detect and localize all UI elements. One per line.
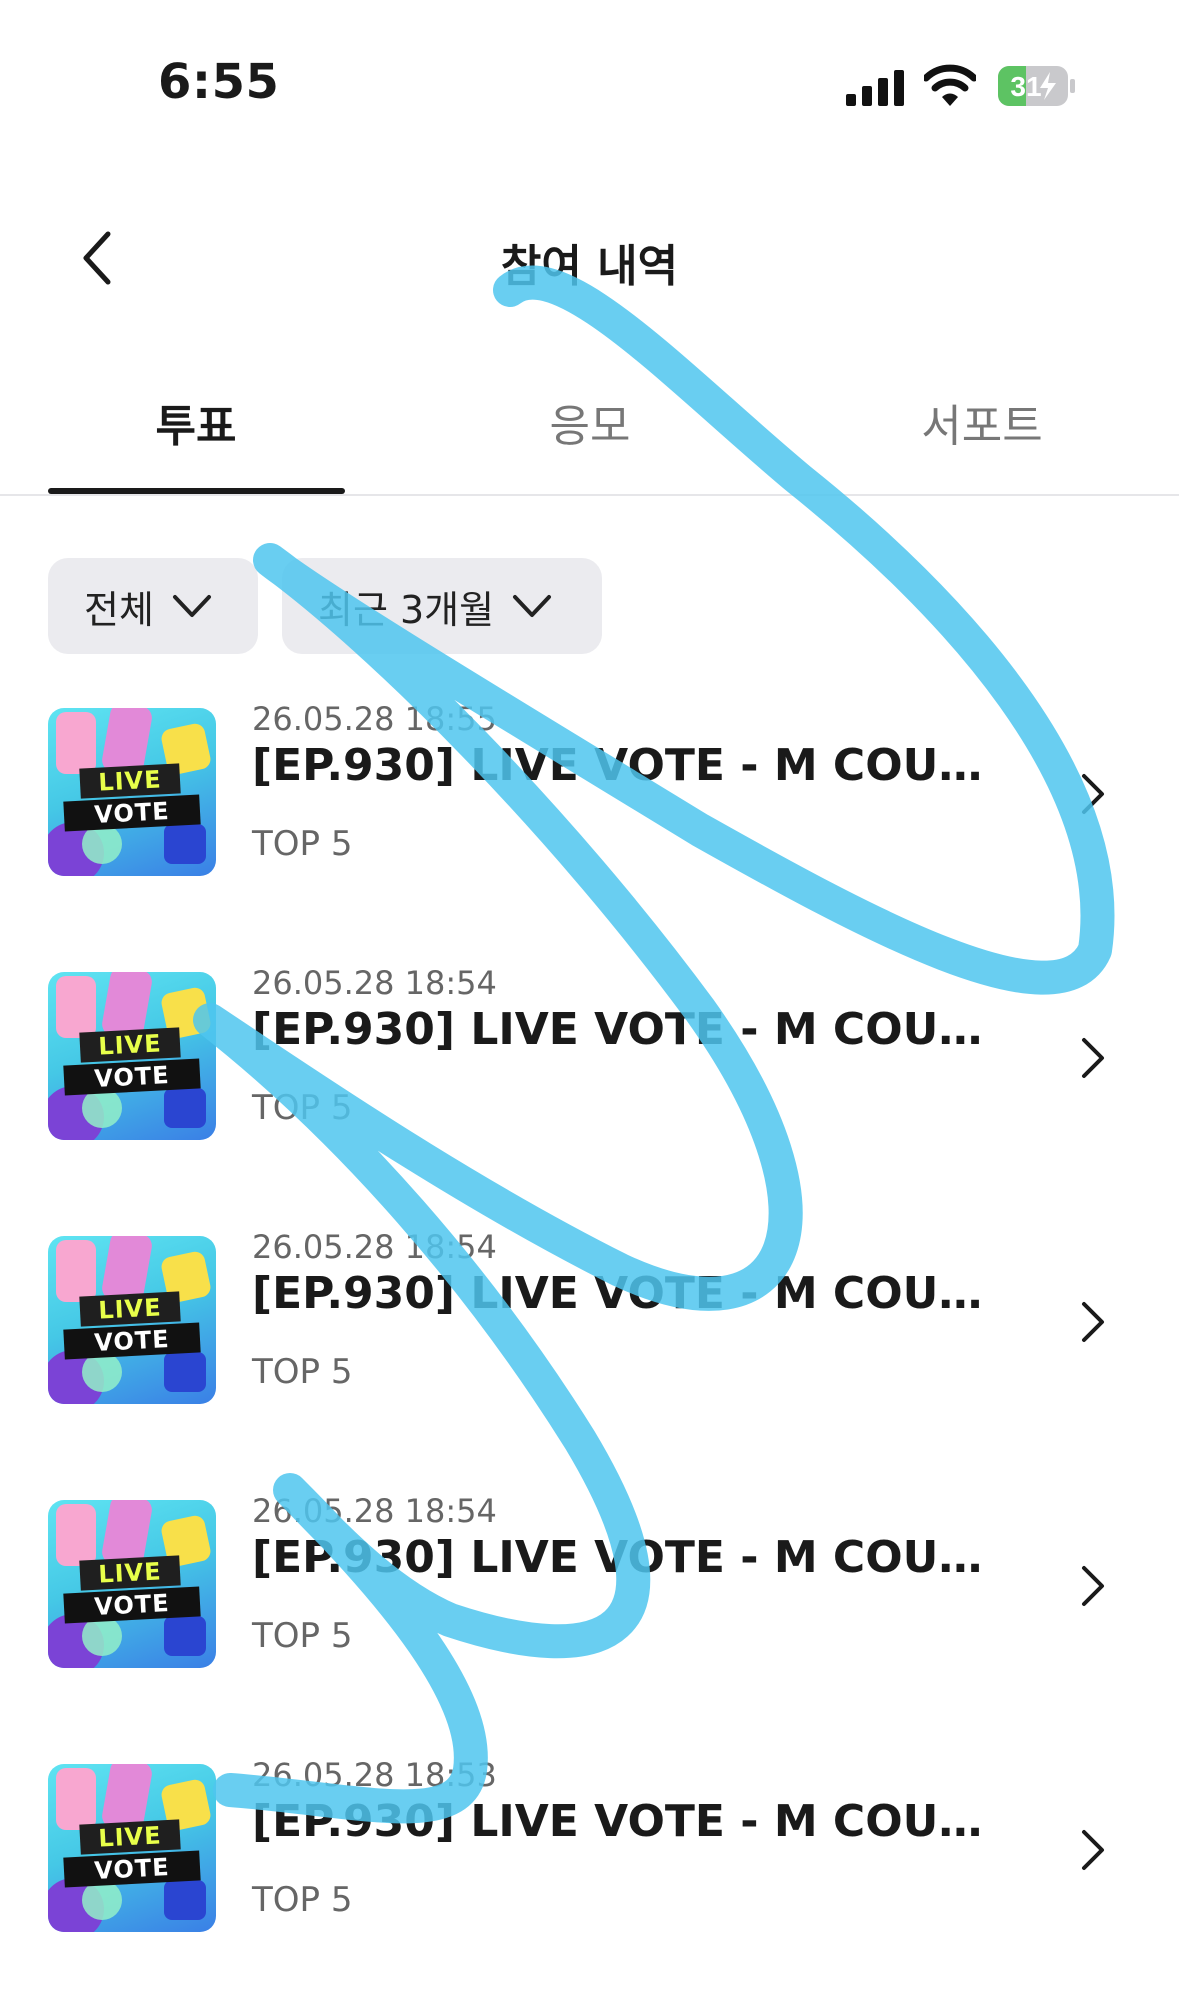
page-title: 참여 내역 [500, 241, 679, 292]
chevron-down-icon [172, 595, 211, 617]
item-title: [EP.930] LIVE VOTE - M COUNT... [252, 1268, 1012, 1319]
item-date: 26.05.28 18:55 [252, 700, 497, 738]
item-title: [EP.930] LIVE VOTE - M COUNT... [252, 1532, 1012, 1583]
item-date: 26.05.28 18:54 [252, 1492, 497, 1530]
item-subtitle: TOP 5 [252, 1616, 353, 1656]
thumbnail-live-text: LIVE [79, 763, 181, 799]
battery-icon: 31 [998, 66, 1075, 106]
item-subtitle: TOP 5 [252, 1352, 353, 1392]
live-vote-thumbnail: LIVE VOTE [48, 708, 216, 876]
battery-indicator: 31 [998, 66, 1076, 106]
item-title: [EP.930] LIVE VOTE - M COUNT... [252, 1796, 1012, 1847]
status-time: 6:55 [158, 54, 280, 110]
item-date: 26.05.28 18:54 [252, 964, 497, 1002]
list-item[interactable]: LIVE VOTE 26.05.28 18:54 [EP.930] LIVE V… [0, 1228, 1179, 1418]
live-vote-thumbnail: LIVE VOTE [48, 1500, 216, 1668]
wifi-icon [924, 64, 976, 106]
filter-period-dropdown[interactable]: 최근 3개월 [282, 558, 602, 654]
chevron-right-icon [1082, 1038, 1104, 1078]
cellular-signal-icon [846, 70, 904, 106]
active-tab-indicator [48, 488, 345, 494]
thumbnail-live-text: LIVE [79, 1027, 181, 1063]
status-bar: 6:55 31 [0, 0, 1179, 160]
tab-entry[interactable]: 응모 [440, 390, 740, 454]
battery-level: 31 [1010, 71, 1041, 102]
item-title: [EP.930] LIVE VOTE - M COUNT... [252, 740, 1012, 791]
chevron-right-icon [1082, 774, 1104, 814]
item-subtitle: TOP 5 [252, 824, 353, 864]
thumbnail-live-text: LIVE [79, 1819, 181, 1855]
item-date: 26.05.28 18:53 [252, 1756, 497, 1794]
live-vote-thumbnail: LIVE VOTE [48, 1764, 216, 1932]
chevron-down-icon [513, 595, 552, 617]
thumbnail-live-text: LIVE [79, 1291, 181, 1327]
live-vote-thumbnail: LIVE VOTE [48, 972, 216, 1140]
header: 참여 내역 [0, 200, 1179, 320]
thumbnail-live-text: LIVE [79, 1555, 181, 1591]
item-subtitle: TOP 5 [252, 1088, 353, 1128]
tab-support[interactable]: 서포트 [832, 390, 1132, 454]
item-title: [EP.930] LIVE VOTE - M COUNT... [252, 1004, 1012, 1055]
item-date: 26.05.28 18:54 [252, 1228, 497, 1266]
item-subtitle: TOP 5 [252, 1880, 353, 1920]
filter-all-label: 전체 [84, 587, 154, 632]
tab-vote[interactable]: 투표 [46, 390, 346, 454]
chevron-right-icon [1082, 1566, 1104, 1606]
live-vote-thumbnail: LIVE VOTE [48, 1236, 216, 1404]
chevron-right-icon [1082, 1830, 1104, 1870]
list-item[interactable]: LIVE VOTE 26.05.28 18:54 [EP.930] LIVE V… [0, 964, 1179, 1154]
list-item[interactable]: LIVE VOTE 26.05.28 18:54 [EP.930] LIVE V… [0, 1492, 1179, 1682]
filter-all-dropdown[interactable]: 전체 [48, 558, 258, 654]
tab-bar: 투표 응모 서포트 [0, 370, 1179, 496]
list-item[interactable]: LIVE VOTE 26.05.28 18:55 [EP.930] LIVE V… [0, 700, 1179, 890]
filter-period-label: 최근 3개월 [318, 587, 495, 632]
chevron-right-icon [1082, 1302, 1104, 1342]
list-item[interactable]: LIVE VOTE 26.05.28 18:53 [EP.930] LIVE V… [0, 1756, 1179, 1946]
